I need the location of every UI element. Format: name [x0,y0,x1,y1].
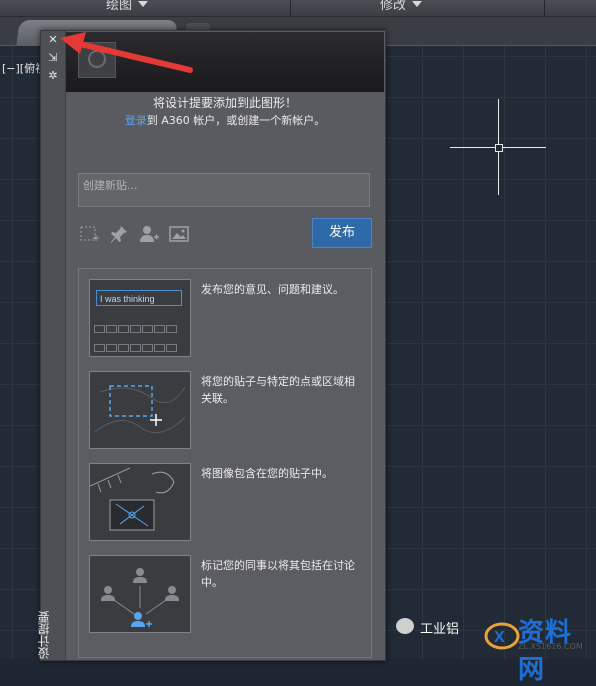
logo-emblem-icon: X [484,622,520,650]
red-arrow-annotation [60,32,193,73]
wechat-icon [396,618,414,634]
logo-subtext: ZL.XS1616.COM [518,642,583,651]
watermark-text: 工业铝 [420,622,460,637]
svg-text:X: X [494,629,505,646]
